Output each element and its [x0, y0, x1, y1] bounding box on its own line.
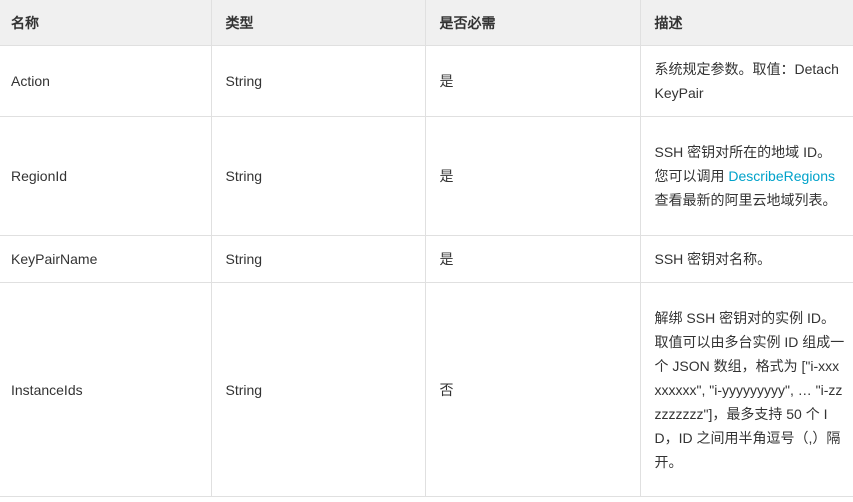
table-header-row: 名称 类型 是否必需 描述 — [0, 0, 853, 46]
param-required: 是 — [424, 116, 641, 236]
param-name: KeyPairName — [0, 235, 212, 283]
param-description: SSH 密钥对名称。 — [639, 235, 853, 283]
table-row: InstanceIds String 否 解绑 SSH 密钥对的实例 ID。取值… — [0, 282, 853, 497]
description-text: 查看最新的阿里云地域列表。 — [654, 192, 837, 208]
param-name: InstanceIds — [0, 282, 212, 497]
param-required: 否 — [424, 282, 641, 497]
describe-regions-link[interactable]: DescribeRegions — [728, 168, 835, 184]
param-description: 系统规定参数。取值：DetachKeyPair — [639, 45, 853, 117]
param-required: 是 — [424, 235, 641, 283]
table-row: RegionId String 是 SSH 密钥对所在的地域 ID。您可以调用 … — [0, 116, 853, 236]
param-name: RegionId — [0, 116, 212, 236]
parameters-table: 名称 类型 是否必需 描述 Action String 是 系统规定参数。取值：… — [0, 0, 853, 497]
param-type: String — [210, 282, 426, 497]
param-type: String — [210, 45, 426, 117]
param-description: 解绑 SSH 密钥对的实例 ID。取值可以由多台实例 ID 组成一个 JSON … — [639, 282, 853, 497]
header-description: 描述 — [639, 0, 853, 46]
header-required: 是否必需 — [424, 0, 641, 46]
param-description: SSH 密钥对所在的地域 ID。您可以调用 DescribeRegions 查看… — [639, 116, 853, 236]
param-name: Action — [0, 45, 212, 117]
param-type: String — [210, 116, 426, 236]
header-type: 类型 — [210, 0, 426, 46]
param-type: String — [210, 235, 426, 283]
param-required: 是 — [424, 45, 641, 117]
table-row: Action String 是 系统规定参数。取值：DetachKeyPair — [0, 45, 853, 117]
header-name: 名称 — [0, 0, 212, 46]
table-row: KeyPairName String 是 SSH 密钥对名称。 — [0, 235, 853, 283]
